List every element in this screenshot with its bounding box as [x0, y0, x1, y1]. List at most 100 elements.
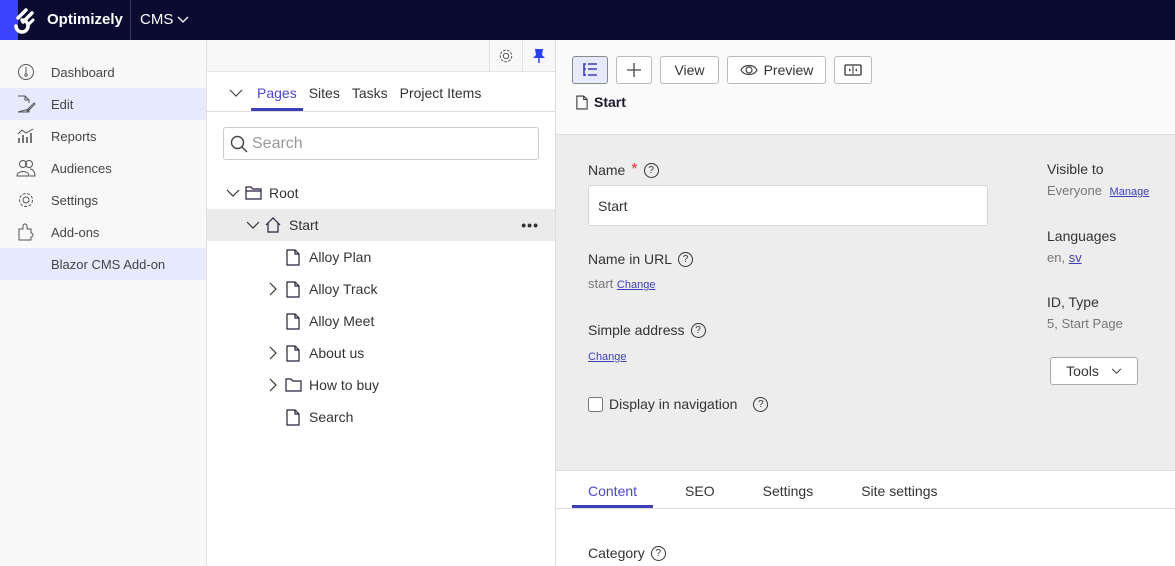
simple-address-label-text: Simple address — [588, 322, 685, 338]
add-button[interactable] — [616, 56, 652, 84]
name-label-text: Name — [588, 162, 626, 178]
preview-label: Preview — [763, 62, 814, 78]
compare-icon — [844, 64, 862, 76]
page-title-text: Start — [594, 94, 626, 110]
panel-settings-button[interactable] — [489, 40, 522, 72]
tree-node-start[interactable]: Start ••• — [207, 209, 555, 241]
change-url-link[interactable]: Change — [617, 279, 656, 291]
tree-tabs: Pages Sites Tasks Project Items — [207, 72, 555, 112]
tools-label: Tools — [1066, 363, 1099, 379]
nav-item-reports[interactable]: Reports — [0, 120, 206, 152]
simple-address-label: Simple address ? — [588, 322, 706, 338]
nav-item-addons[interactable]: Add-ons — [0, 216, 206, 248]
tree-node-alloy-track[interactable]: Alloy Track — [207, 273, 555, 305]
manage-access-link[interactable]: Manage — [1110, 186, 1150, 198]
nav-item-blazor-cms-addon[interactable]: Blazor CMS Add-on — [0, 248, 206, 280]
view-button[interactable]: View — [660, 56, 719, 84]
tree-node-about-us[interactable]: About us — [207, 337, 555, 369]
product-switcher[interactable]: CMS — [140, 11, 189, 28]
nav-item-audiences[interactable]: Audiences — [0, 152, 206, 184]
page-tree-panel: Pages Sites Tasks Project Items Root Sta… — [207, 40, 556, 566]
tree-node-label: Alloy Meet — [309, 313, 375, 329]
tree-node-alloy-plan[interactable]: Alloy Plan — [207, 241, 555, 273]
tab-settings[interactable]: Settings — [747, 483, 830, 508]
chevron-down-icon[interactable] — [243, 215, 263, 235]
gear-icon — [499, 49, 513, 63]
page-properties: Name * ? Name in URL ? start Change Simp… — [556, 135, 1175, 471]
brand-name: Optimizely — [47, 11, 123, 28]
page-icon — [283, 247, 303, 267]
tab-seo[interactable]: SEO — [669, 483, 731, 508]
tab-site-settings[interactable]: Site settings — [845, 483, 953, 508]
preview-button[interactable]: Preview — [727, 56, 826, 84]
help-icon[interactable]: ? — [643, 162, 659, 178]
display-in-navigation-checkbox[interactable] — [588, 396, 603, 412]
nav-label: Add-ons — [51, 224, 100, 240]
visible-to-label: Visible to — [1047, 161, 1104, 177]
tab-content[interactable]: Content — [572, 483, 654, 508]
name-input[interactable] — [588, 185, 988, 226]
id-type-value: 5, Start Page — [1047, 316, 1123, 331]
optimizely-logo-icon[interactable] — [6, 6, 36, 36]
id-type-label: ID, Type — [1047, 294, 1099, 310]
page-icon — [576, 95, 588, 109]
toggle-tree-button[interactable] — [572, 56, 608, 84]
nav-item-dashboard[interactable]: Dashboard — [0, 56, 206, 88]
content-tabs: Content SEO Settings Site settings — [556, 471, 1175, 509]
chevron-down-icon — [1111, 368, 1122, 374]
url-segment: start — [588, 276, 614, 291]
compare-button[interactable] — [834, 56, 872, 84]
tab-sites[interactable]: Sites — [303, 85, 346, 111]
change-simple-address-link[interactable]: Change — [588, 351, 627, 363]
tree-node-label: Alloy Plan — [309, 249, 372, 265]
nav-item-edit[interactable]: Edit — [0, 88, 206, 120]
tree-node-how-to-buy[interactable]: How to buy — [207, 369, 555, 401]
help-icon[interactable]: ? — [753, 396, 769, 412]
edit-icon — [16, 94, 36, 114]
simple-address-value: Change — [588, 348, 627, 363]
more-options-icon[interactable]: ••• — [521, 217, 539, 233]
chevron-down-icon — [229, 89, 243, 97]
tab-tasks[interactable]: Tasks — [346, 85, 394, 111]
nav-item-settings[interactable]: Settings — [0, 184, 206, 216]
tree-node-search[interactable]: Search — [207, 401, 555, 433]
pin-panel-button[interactable] — [522, 40, 555, 72]
folder-icon — [283, 375, 303, 395]
tree-node-label: About us — [309, 345, 365, 361]
languages-label: Languages — [1047, 228, 1117, 244]
tree-node-alloy-meet[interactable]: Alloy Meet — [207, 305, 555, 337]
chevron-down-icon[interactable] — [223, 183, 243, 203]
tools-dropdown[interactable]: Tools — [1050, 357, 1138, 385]
chevron-right-icon[interactable] — [263, 343, 283, 363]
language-sv-link[interactable]: sv — [1069, 250, 1082, 265]
nav-label: Settings — [51, 192, 98, 208]
nav-label: Blazor CMS Add-on — [51, 256, 166, 272]
category-label: Category — [588, 545, 645, 561]
tab-project-items[interactable]: Project Items — [394, 85, 488, 111]
help-icon[interactable]: ? — [678, 251, 694, 267]
tab-pages[interactable]: Pages — [251, 85, 303, 111]
help-icon[interactable]: ? — [690, 322, 706, 338]
chevron-right-icon[interactable] — [263, 375, 283, 395]
plus-icon — [627, 63, 641, 77]
name-label: Name * ? — [588, 161, 659, 179]
visible-to-value: Everyone Manage — [1047, 183, 1149, 198]
chevron-down-icon — [177, 16, 189, 23]
page-title: Start — [576, 94, 626, 110]
product-label: CMS — [140, 11, 174, 28]
chevron-right-icon[interactable] — [263, 279, 283, 299]
tree-node-root[interactable]: Root — [207, 177, 555, 209]
nav-label: Reports — [51, 128, 97, 144]
display-in-navigation-label: Display in navigation — [609, 396, 738, 412]
addons-icon — [16, 222, 36, 242]
dashboard-icon — [16, 62, 36, 82]
page-icon — [283, 279, 303, 299]
name-in-url-label-text: Name in URL — [588, 251, 673, 267]
name-in-url-value: start Change — [588, 276, 655, 291]
nav-label: Edit — [51, 96, 74, 112]
view-label: View — [674, 62, 705, 78]
search-input[interactable] — [252, 134, 522, 153]
help-icon[interactable]: ? — [650, 545, 666, 561]
languages-value: en, sv — [1047, 250, 1082, 265]
collapse-tree-button[interactable] — [229, 85, 251, 111]
